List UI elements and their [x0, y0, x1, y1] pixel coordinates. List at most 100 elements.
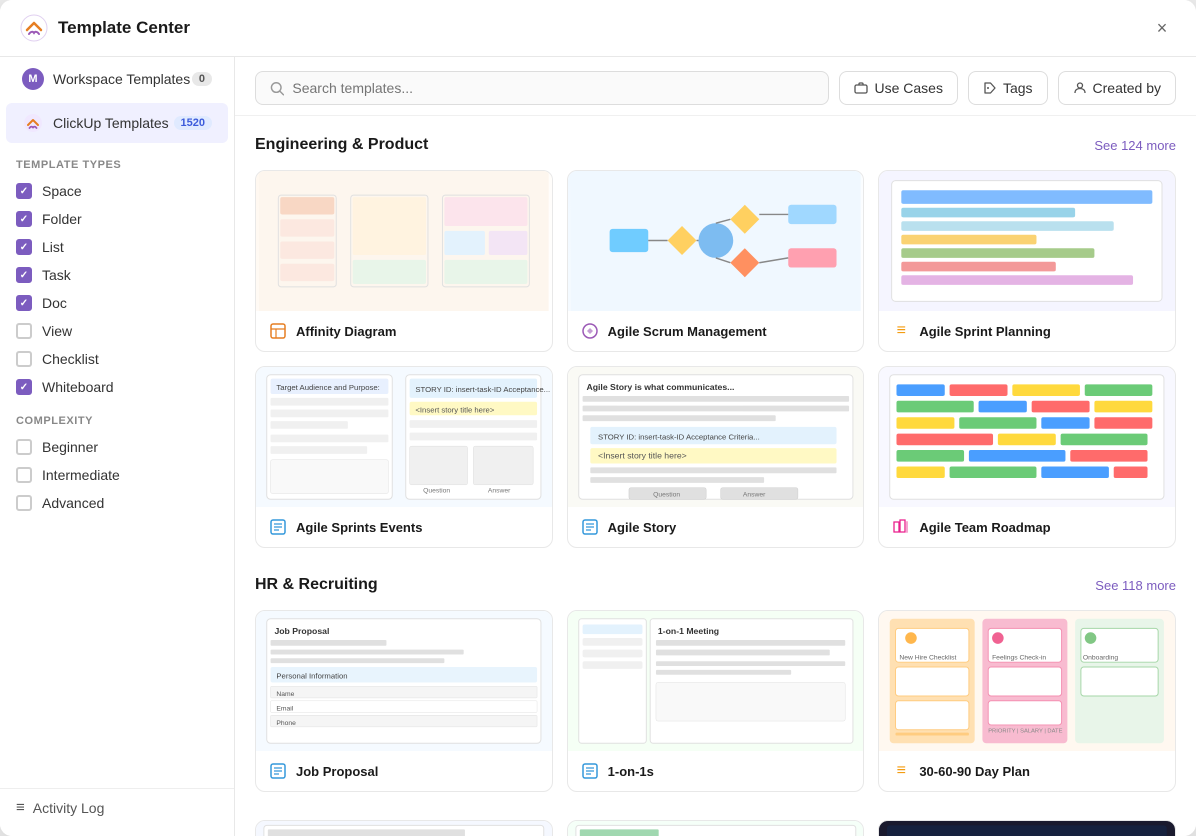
- search-input-wrap[interactable]: [255, 71, 829, 105]
- svg-text:Target Audience and Purpose:: Target Audience and Purpose:: [276, 383, 379, 392]
- svg-text:1-on-1 Meeting: 1-on-1 Meeting: [658, 626, 719, 636]
- tag-icon: [983, 81, 997, 95]
- filter-task[interactable]: Task: [0, 261, 234, 289]
- view-checkbox[interactable]: [16, 323, 32, 339]
- filter-beginner[interactable]: Beginner: [0, 433, 234, 461]
- intermediate-checkbox[interactable]: [16, 467, 32, 483]
- list-label: List: [42, 239, 64, 255]
- agile-roadmap-info: Agile Team Roadmap: [879, 507, 1175, 547]
- activity-log-button[interactable]: ≡ Activity Log: [0, 788, 234, 826]
- template-30-60-90[interactable]: New Hire Checklist Feelings Check-in Onb…: [878, 610, 1176, 792]
- sidebar: M Workspace Templates 0 ClickUp Template…: [0, 57, 235, 836]
- agile-sprint-icon: ≡: [891, 321, 911, 341]
- scroll-area[interactable]: Engineering & Product See 124 more: [235, 116, 1196, 836]
- clickup-icon: [22, 112, 44, 134]
- created-by-button[interactable]: Created by: [1058, 71, 1176, 105]
- svg-text:Feelings Check-in: Feelings Check-in: [992, 654, 1046, 661]
- agile-events-thumb: Target Audience and Purpose: STORY ID: i…: [256, 367, 552, 507]
- 1on1-name: 1-on-1s: [608, 764, 654, 779]
- checklist-checkbox[interactable]: [16, 351, 32, 367]
- search-bar-area: Use Cases Tags Created by: [235, 57, 1196, 116]
- advanced-label: Advanced: [42, 495, 104, 511]
- engineering-grid: Affinity Diagram: [255, 170, 1176, 548]
- svg-text:Email: Email: [276, 705, 293, 712]
- template-agile-scrum[interactable]: Agile Scrum Management: [567, 170, 865, 352]
- use-cases-button[interactable]: Use Cases: [839, 71, 957, 105]
- agile-events-name: Agile Sprints Events: [296, 520, 422, 535]
- svg-text:Personal Information: Personal Information: [276, 672, 347, 681]
- search-icon: [270, 81, 284, 96]
- agile-story-name: Agile Story: [608, 520, 677, 535]
- filter-whiteboard[interactable]: Whiteboard: [0, 373, 234, 401]
- agile-sprint-name: Agile Sprint Planning: [919, 324, 1050, 339]
- beginner-label: Beginner: [42, 439, 98, 455]
- template-agile-events[interactable]: Target Audience and Purpose: STORY ID: i…: [255, 366, 553, 548]
- svg-text:STORY ID: insert-task-ID Accep: STORY ID: insert-task-ID Acceptance...: [415, 385, 550, 394]
- tags-button[interactable]: Tags: [968, 71, 1048, 105]
- task-checkbox[interactable]: [16, 267, 32, 283]
- affinity-thumb: [256, 171, 552, 311]
- template-agile-story[interactable]: Agile Story is what communicates... STOR…: [567, 366, 865, 548]
- template-bottom-3[interactable]: FITNESS PRIVACY SALARY DATE: [878, 820, 1176, 836]
- filter-checklist[interactable]: Checklist: [0, 345, 234, 373]
- modal-header: Template Center ×: [0, 0, 1196, 57]
- bottom-3-thumb: FITNESS PRIVACY SALARY DATE: [879, 821, 1175, 836]
- checklist-label: Checklist: [42, 351, 99, 367]
- agile-sprint-info: ≡ Agile Sprint Planning: [879, 311, 1175, 351]
- job-proposal-name: Job Proposal: [296, 764, 378, 779]
- agile-scrum-thumb: [568, 171, 864, 311]
- space-checkbox[interactable]: [16, 183, 32, 199]
- template-agile-sprint[interactable]: ≡ Agile Sprint Planning: [878, 170, 1176, 352]
- advanced-checkbox[interactable]: [16, 495, 32, 511]
- intermediate-label: Intermediate: [42, 467, 120, 483]
- sidebar-item-clickup[interactable]: ClickUp Templates 1520: [6, 103, 228, 143]
- tags-label: Tags: [1003, 80, 1033, 96]
- whiteboard-checkbox[interactable]: [16, 379, 32, 395]
- engineering-see-more[interactable]: See 124 more: [1094, 138, 1176, 153]
- workspace-avatar: M: [22, 68, 44, 90]
- task-label: Task: [42, 267, 71, 283]
- filter-advanced[interactable]: Advanced: [0, 489, 234, 517]
- doc-checkbox[interactable]: [16, 295, 32, 311]
- template-types-heading: Template Types: [0, 145, 234, 177]
- 30-60-90-info: ≡ 30-60-90 Day Plan: [879, 751, 1175, 791]
- svg-text:Phone: Phone: [276, 720, 296, 727]
- svg-text:Agile Story is what communicat: Agile Story is what communicates...: [586, 382, 734, 392]
- clickup-badge: 1520: [174, 116, 212, 130]
- agile-scrum-info: Agile Scrum Management: [568, 311, 864, 351]
- use-cases-label: Use Cases: [874, 80, 942, 96]
- template-job-proposal[interactable]: Job Proposal Personal Information: [255, 610, 553, 792]
- modal-body: M Workspace Templates 0 ClickUp Template…: [0, 57, 1196, 836]
- template-agile-roadmap[interactable]: Agile Team Roadmap: [878, 366, 1176, 548]
- template-1on1[interactable]: 1-on-1 Meeting: [567, 610, 865, 792]
- hr-title: HR & Recruiting: [255, 576, 378, 594]
- job-proposal-icon: [268, 761, 288, 781]
- filter-view[interactable]: View: [0, 317, 234, 345]
- list-checkbox[interactable]: [16, 239, 32, 255]
- sidebar-item-workspace[interactable]: M Workspace Templates 0: [6, 59, 228, 99]
- agile-scrum-icon: [580, 321, 600, 341]
- person-icon: [1073, 81, 1087, 95]
- template-affinity-diagram[interactable]: Affinity Diagram: [255, 170, 553, 352]
- search-input[interactable]: [292, 80, 814, 96]
- template-bottom-2[interactable]: [567, 820, 865, 836]
- folder-checkbox[interactable]: [16, 211, 32, 227]
- filter-list[interactable]: List: [0, 233, 234, 261]
- workspace-label: Workspace Templates: [53, 71, 192, 87]
- agile-story-thumb: Agile Story is what communicates... STOR…: [568, 367, 864, 507]
- filter-space[interactable]: Space: [0, 177, 234, 205]
- svg-text:PRIORITY | SALARY | DATE: PRIORITY | SALARY | DATE: [989, 729, 1063, 735]
- close-button[interactable]: ×: [1148, 14, 1176, 42]
- beginner-checkbox[interactable]: [16, 439, 32, 455]
- hr-see-more[interactable]: See 118 more: [1095, 578, 1176, 593]
- affinity-name: Affinity Diagram: [296, 324, 396, 339]
- filter-intermediate[interactable]: Intermediate: [0, 461, 234, 489]
- template-bottom-1[interactable]: [255, 820, 553, 836]
- svg-text:<Insert story title here>: <Insert story title here>: [598, 451, 687, 461]
- svg-text:Job Proposal: Job Proposal: [274, 626, 329, 636]
- filter-folder[interactable]: Folder: [0, 205, 234, 233]
- filter-doc[interactable]: Doc: [0, 289, 234, 317]
- main-content: Use Cases Tags Created by: [235, 57, 1196, 836]
- 1on1-icon: [580, 761, 600, 781]
- complexity-heading: Complexity: [0, 401, 234, 433]
